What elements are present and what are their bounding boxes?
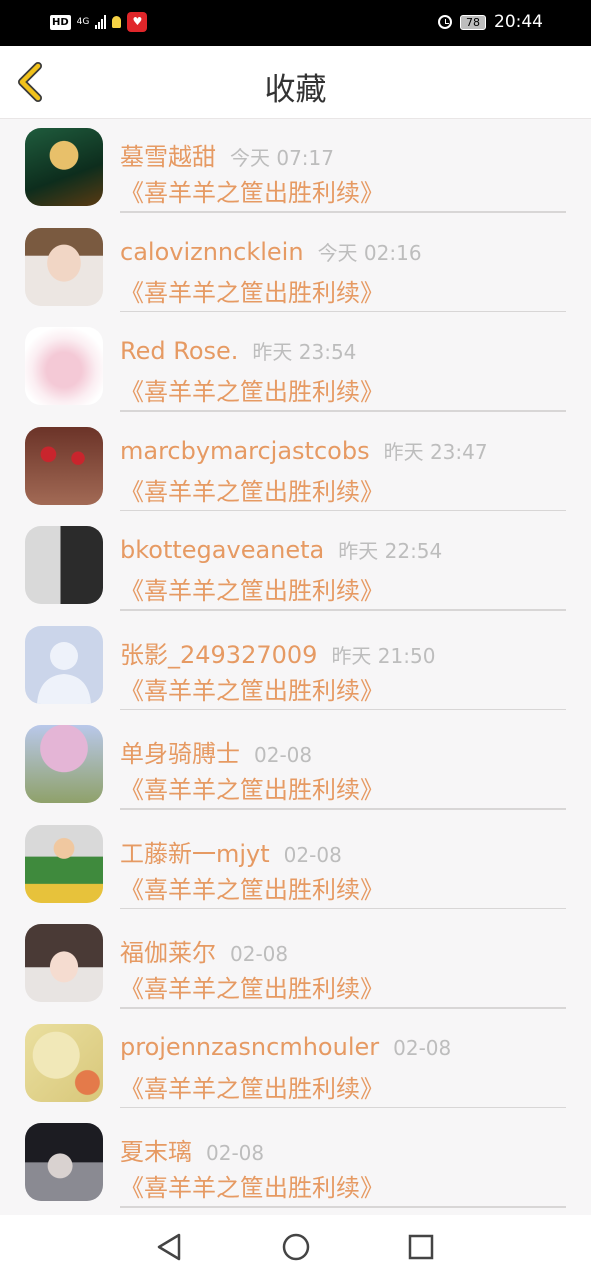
favorite-title: 《喜羊羊之筐出胜利续》: [120, 577, 384, 605]
favorite-title: 《喜羊羊之筐出胜利续》: [120, 975, 384, 1003]
page-title: 收藏: [264, 72, 327, 108]
nav-back-icon[interactable]: [155, 1232, 183, 1262]
divider: [120, 808, 566, 810]
favorites-list: 墓雪越甜 今天 07:17 《喜羊羊之筐出胜利续》 caloviznncklein…: [0, 119, 591, 1214]
favorite-title: 《喜羊羊之筐出胜利续》: [120, 1174, 384, 1202]
row-header: 墓雪越甜 今天 07:17: [120, 137, 334, 172]
status-time: 20:44: [494, 12, 543, 32]
row-header: 单身骑膊士 02-08: [120, 734, 312, 769]
battery-icon: 78: [460, 14, 486, 30]
row-header: 张影_249327009 昨天 21:50: [120, 635, 435, 670]
timestamp: 02-08: [230, 942, 289, 966]
row-header: projennzasncmhouler 02-08: [120, 1033, 451, 1061]
user-name: projennzasncmhouler: [120, 1032, 380, 1061]
favorite-title: 《喜羊羊之筐出胜利续》: [120, 378, 384, 406]
avatar[interactable]: [25, 526, 103, 604]
signal-icon: [95, 15, 107, 29]
user-name: caloviznncklein: [120, 237, 304, 266]
favorite-title: 《喜羊羊之筐出胜利续》: [120, 477, 384, 506]
user-name: 墓雪越甜: [120, 143, 216, 171]
favorite-item[interactable]: projennzasncmhouler 02-08 《喜羊羊之筐出胜利续》: [0, 1015, 591, 1115]
avatar[interactable]: [25, 227, 103, 306]
avatar[interactable]: [25, 725, 103, 803]
user-name: marcbymarcjastcobs: [120, 436, 370, 465]
divider: [120, 410, 566, 412]
favorite-title: 《喜羊羊之筐出胜利续》: [120, 776, 384, 804]
favorite-item[interactable]: Red Rose. 昨天 23:54 《喜羊羊之筐出胜利续》: [0, 318, 591, 418]
divider: [120, 907, 566, 909]
favorite-item[interactable]: 墓雪越甜 今天 07:17 《喜羊羊之筐出胜利续》: [0, 119, 591, 219]
timestamp: 昨天 23:47: [383, 439, 488, 464]
divider: [120, 708, 566, 710]
favorite-item[interactable]: 工藤新一mjyt 02-08 《喜羊羊之筐出胜利续》: [0, 816, 591, 916]
favorite-title: 《喜羊羊之筐出胜利续》: [120, 1074, 384, 1103]
timestamp: 02-08: [206, 1141, 265, 1165]
timestamp: 昨天 22:54: [338, 539, 443, 563]
favorite-title: 《喜羊羊之筐出胜利续》: [120, 676, 384, 705]
favorite-item[interactable]: 福伽莱尔 02-08 《喜羊羊之筐出胜利续》: [0, 915, 591, 1015]
favorite-title: 《喜羊羊之筐出胜利续》: [120, 875, 384, 904]
lightbulb-icon: [112, 16, 122, 28]
avatar[interactable]: [25, 1023, 103, 1102]
user-name: 张影_249327009: [120, 640, 318, 669]
nav-recents-icon[interactable]: [407, 1232, 435, 1262]
avatar[interactable]: [25, 824, 103, 903]
favorite-title: 《喜羊羊之筐出胜利续》: [120, 179, 384, 207]
status-bar: HD 4G ♥ 78 20:44: [0, 0, 591, 46]
title-bar: 收藏: [0, 46, 591, 119]
timestamp: 昨天 21:50: [331, 643, 436, 668]
timestamp: 今天 02:16: [317, 240, 422, 265]
timestamp: 02-08: [283, 842, 342, 867]
system-navigation-bar: [0, 1215, 591, 1280]
favorite-item[interactable]: marcbymarcjastcobs 昨天 23:47 《喜羊羊之筐出胜利续》: [0, 418, 591, 518]
default-user-icon: [37, 641, 91, 704]
avatar[interactable]: [25, 625, 103, 704]
divider: [120, 609, 566, 611]
divider: [120, 310, 566, 312]
divider: [120, 509, 566, 511]
row-header: 福伽莱尔 02-08: [120, 933, 288, 968]
user-name: 夏末璃: [120, 1138, 192, 1166]
row-header: 工藤新一mjyt 02-08: [120, 834, 342, 869]
favorite-item[interactable]: caloviznncklein 今天 02:16 《喜羊羊之筐出胜利续》: [0, 219, 591, 319]
hd-icon: HD: [50, 14, 71, 30]
favorite-title: 《喜羊羊之筐出胜利续》: [120, 278, 384, 307]
avatar[interactable]: [25, 924, 103, 1002]
favorite-item[interactable]: bkottegaveaneta 昨天 22:54 《喜羊羊之筐出胜利续》: [0, 517, 591, 617]
status-right: 78 20:44: [438, 12, 543, 32]
user-name: bkottegaveaneta: [120, 536, 325, 564]
timestamp: 02-08: [254, 743, 313, 767]
user-name: 单身骑膊士: [120, 740, 240, 768]
favorite-item[interactable]: 夏末璃 02-08 《喜羊羊之筐出胜利续》: [0, 1114, 591, 1214]
status-left: HD 4G ♥: [50, 12, 148, 32]
nav-home-icon[interactable]: [281, 1232, 311, 1262]
row-header: caloviznncklein 今天 02:16: [120, 237, 422, 266]
avatar[interactable]: [25, 426, 103, 505]
favorite-item[interactable]: 张影_249327009 昨天 21:50 《喜羊羊之筐出胜利续》: [0, 617, 591, 717]
app-notification-icon: ♥: [127, 12, 148, 32]
user-name: 工藤新一mjyt: [120, 839, 270, 868]
timestamp: 昨天 23:54: [252, 340, 357, 364]
divider: [120, 1007, 566, 1009]
user-name: Red Rose.: [120, 337, 239, 365]
row-header: bkottegaveaneta 昨天 22:54: [120, 535, 442, 564]
divider: [120, 211, 566, 213]
alarm-icon: [438, 15, 452, 29]
avatar[interactable]: [25, 128, 103, 206]
network-type: 4G: [76, 16, 90, 27]
favorite-item[interactable]: 单身骑膊士 02-08 《喜羊羊之筐出胜利续》: [0, 716, 591, 816]
timestamp: 02-08: [393, 1035, 452, 1060]
row-header: 夏末璃 02-08: [120, 1132, 264, 1167]
avatar[interactable]: [25, 327, 103, 405]
avatar[interactable]: [25, 1123, 103, 1201]
user-name: 福伽莱尔: [120, 939, 216, 967]
row-header: marcbymarcjastcobs 昨天 23:47: [120, 436, 488, 465]
divider: [120, 1206, 566, 1208]
divider: [120, 1106, 566, 1108]
row-header: Red Rose. 昨天 23:54: [120, 336, 356, 365]
timestamp: 今天 07:17: [230, 146, 334, 170]
